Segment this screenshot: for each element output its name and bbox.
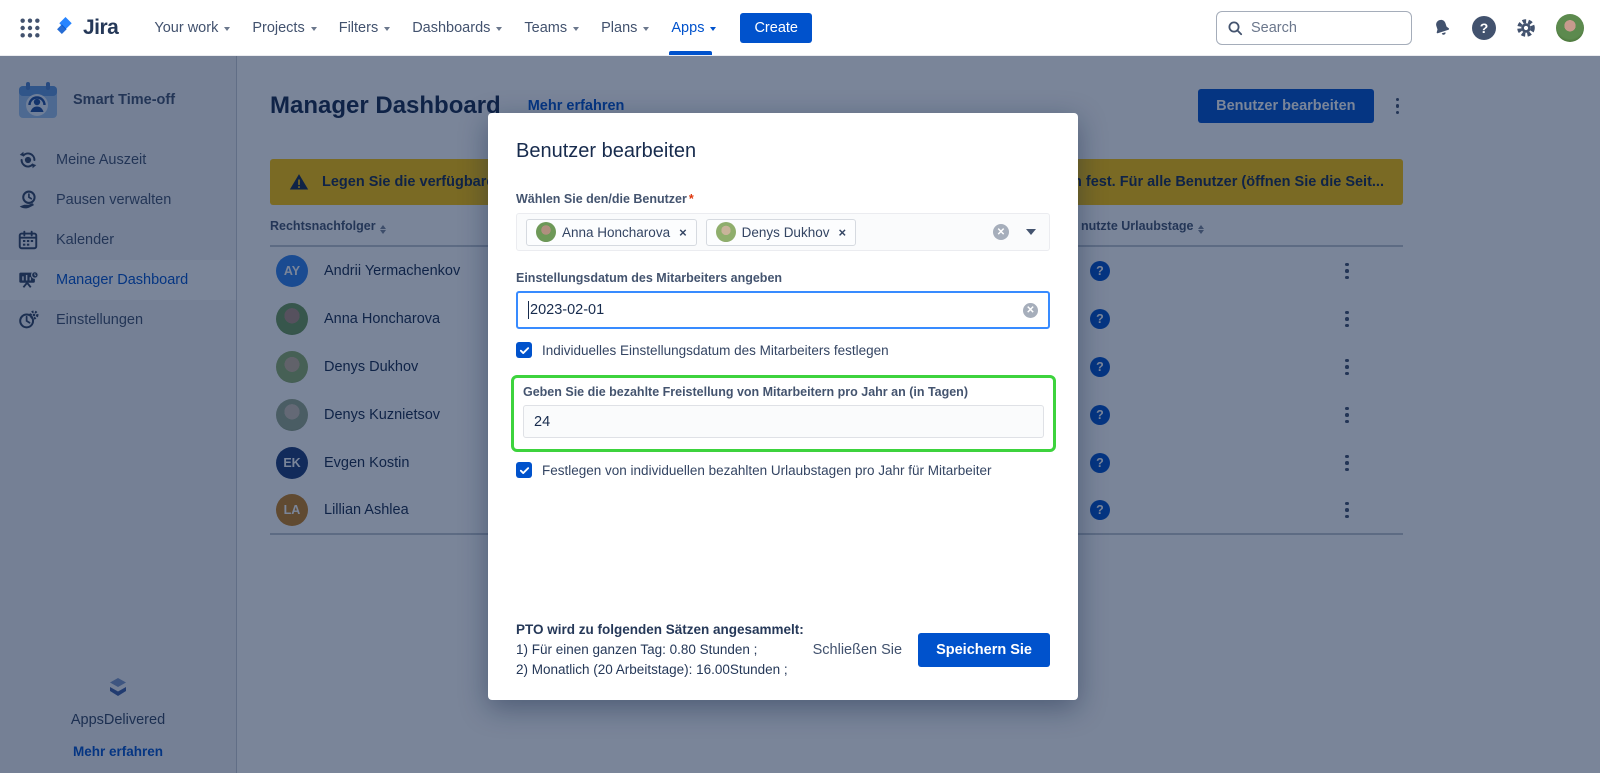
search-icon	[1227, 20, 1243, 36]
close-button[interactable]: Schließen Sie	[813, 642, 902, 658]
clear-date-icon[interactable]: ✕	[1023, 303, 1038, 318]
hire-date-label: Einstellungsdatum des Mitarbeiters angeb…	[516, 271, 1050, 285]
accrual-note-line: 2) Monatlich (20 Arbeitstage): 16.00Stun…	[516, 660, 804, 680]
search-input[interactable]	[1251, 20, 1391, 36]
checkbox-label: Festlegen von individuellen bezahlten Ur…	[542, 463, 992, 478]
remove-chip-icon[interactable]: ×	[838, 225, 846, 240]
selected-user-chip: Denys Dukhov ×	[706, 219, 856, 246]
user-avatar[interactable]	[1556, 14, 1584, 42]
hire-date-input[interactable]: 2023-02-01 ✕	[516, 291, 1050, 329]
jira-logo[interactable]: Jira	[54, 16, 118, 40]
chevron-down-icon	[643, 27, 649, 31]
accrual-note-heading: PTO wird zu folgenden Sätzen angesammelt…	[516, 620, 804, 640]
hire-date-value: 2023-02-01	[530, 302, 604, 318]
chevron-down-icon	[384, 27, 390, 31]
nav-item-projects[interactable]: Projects	[242, 11, 326, 45]
chevron-down-icon	[311, 27, 317, 31]
pto-days-highlight-box: Geben Sie die bezahlte Freistellung von …	[511, 375, 1056, 452]
pto-days-label: Geben Sie die bezahlte Freistellung von …	[523, 385, 1044, 399]
nav-item-filters[interactable]: Filters	[329, 11, 400, 45]
chevron-down-icon	[496, 27, 502, 31]
nav-item-teams[interactable]: Teams	[514, 11, 589, 45]
individual-hire-date-row: Individuelles Einstellungsdatum des Mita…	[516, 342, 1050, 358]
top-navigation: Jira Your work Projects Filters Dashboar…	[0, 0, 1600, 56]
checkbox-label: Individuelles Einstellungsdatum des Mita…	[542, 343, 889, 358]
avatar	[536, 222, 556, 242]
app-switcher-icon[interactable]	[16, 14, 44, 42]
settings-gear-icon[interactable]	[1515, 17, 1537, 39]
jira-logo-icon	[54, 16, 77, 39]
pto-days-value: 24	[534, 414, 550, 430]
user-multiselect[interactable]: Anna Honcharova × Denys Dukhov × ✕	[516, 213, 1050, 251]
save-button[interactable]: Speichern Sie	[918, 633, 1050, 667]
nav-item-your-work[interactable]: Your work	[144, 11, 240, 45]
remove-chip-icon[interactable]: ×	[679, 225, 687, 240]
individual-pto-row: Festlegen von individuellen bezahlten Ur…	[516, 462, 1050, 478]
text-cursor	[528, 301, 529, 319]
modal-footer: PTO wird zu folgenden Sätzen angesammelt…	[516, 620, 1050, 680]
chip-label: Denys Dukhov	[742, 225, 830, 240]
jira-wordmark: Jira	[83, 16, 118, 40]
checkbox-checked[interactable]	[516, 462, 532, 478]
chevron-down-icon[interactable]	[1026, 229, 1036, 235]
nav-menu: Your work Projects Filters Dashboards Te…	[144, 11, 726, 45]
avatar	[716, 222, 736, 242]
help-icon[interactable]: ?	[1472, 16, 1496, 40]
create-button[interactable]: Create	[740, 13, 812, 43]
nav-item-dashboards[interactable]: Dashboards	[402, 11, 512, 45]
chevron-down-icon	[573, 27, 579, 31]
nav-item-apps[interactable]: Apps	[661, 11, 726, 45]
pto-days-input[interactable]: 24	[523, 405, 1044, 438]
chip-label: Anna Honcharova	[562, 225, 670, 240]
accrual-note: PTO wird zu folgenden Sätzen angesammelt…	[516, 620, 804, 680]
user-select-label: Wählen Sie den/die Benutzer*	[516, 192, 1050, 206]
clear-select-icon[interactable]: ✕	[993, 224, 1009, 240]
chevron-down-icon	[224, 27, 230, 31]
required-asterisk: *	[689, 192, 694, 206]
nav-item-plans[interactable]: Plans	[591, 11, 659, 45]
accrual-note-line: 1) Für einen ganzen Tag: 0.80 Stunden ;	[516, 640, 804, 660]
checkbox-checked[interactable]	[516, 342, 532, 358]
notifications-bell-icon[interactable]	[1431, 17, 1453, 39]
modal-title: Benutzer bearbeiten	[516, 140, 1050, 163]
chevron-down-icon	[710, 27, 716, 31]
edit-user-modal: Benutzer bearbeiten Wählen Sie den/die B…	[488, 113, 1078, 700]
global-search[interactable]	[1216, 11, 1412, 45]
selected-user-chip: Anna Honcharova ×	[526, 219, 697, 246]
